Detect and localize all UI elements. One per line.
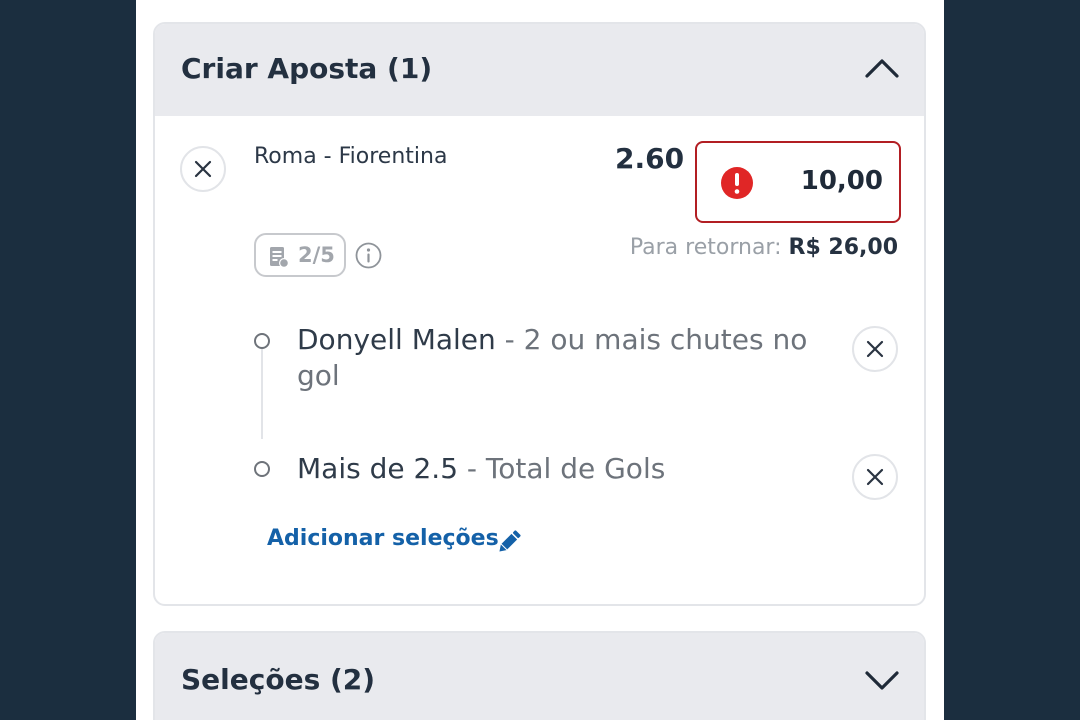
bet-odds: 2.60 [615, 142, 685, 175]
match-name: Roma - Fiorentina [254, 144, 448, 169]
selection-dot [254, 333, 270, 349]
selection-name: Mais de 2.5 [297, 452, 459, 485]
selection-market: - Total de Gols [458, 452, 666, 485]
selections-card: Seleções (2) [153, 631, 926, 720]
remove-selection-button[interactable] [852, 454, 898, 500]
remove-bet-button[interactable] [180, 146, 226, 192]
bet-builder-card: Criar Aposta (1) Roma - Fiorentina 2.60 … [153, 22, 926, 606]
return-label: Para retornar: [629, 235, 782, 260]
potential-return: Para retornar: R$ 26,00 [630, 235, 898, 260]
bet-builder-header[interactable]: Criar Aposta (1) [155, 24, 924, 116]
return-value: R$ 26,00 [788, 235, 899, 260]
chevron-up-icon[interactable] [864, 54, 900, 82]
stake-value: 10,00 [800, 166, 883, 196]
close-icon [866, 340, 884, 358]
selection-name: Donyell Malen [297, 323, 496, 356]
add-selections-link[interactable]: Adicionar seleções [267, 526, 499, 551]
error-icon [721, 167, 753, 199]
bet-builder-title: Criar Aposta (1) [181, 52, 433, 85]
selections-connector [261, 349, 263, 439]
legs-counter-badge: 2/5 [254, 233, 346, 277]
info-icon[interactable] [355, 242, 382, 269]
selection-item: Mais de 2.5 - Total de Gols [297, 451, 837, 487]
stake-input[interactable]: 10,00 [695, 141, 901, 223]
selection-item: Donyell Malen - 2 ou mais chutes no gol [297, 322, 837, 394]
close-icon [866, 468, 884, 486]
bet-slip-screen: Criar Aposta (1) Roma - Fiorentina 2.60 … [136, 0, 944, 720]
legs-counter: 2/5 [298, 243, 335, 267]
selections-header[interactable]: Seleções (2) [155, 633, 924, 720]
selections-title: Seleções (2) [181, 663, 376, 696]
close-icon [194, 160, 212, 178]
chevron-down-icon[interactable] [864, 666, 900, 694]
remove-selection-button[interactable] [852, 326, 898, 372]
pencil-icon[interactable] [495, 528, 523, 556]
selection-dot [254, 461, 270, 477]
bet-slip-icon [270, 247, 289, 268]
